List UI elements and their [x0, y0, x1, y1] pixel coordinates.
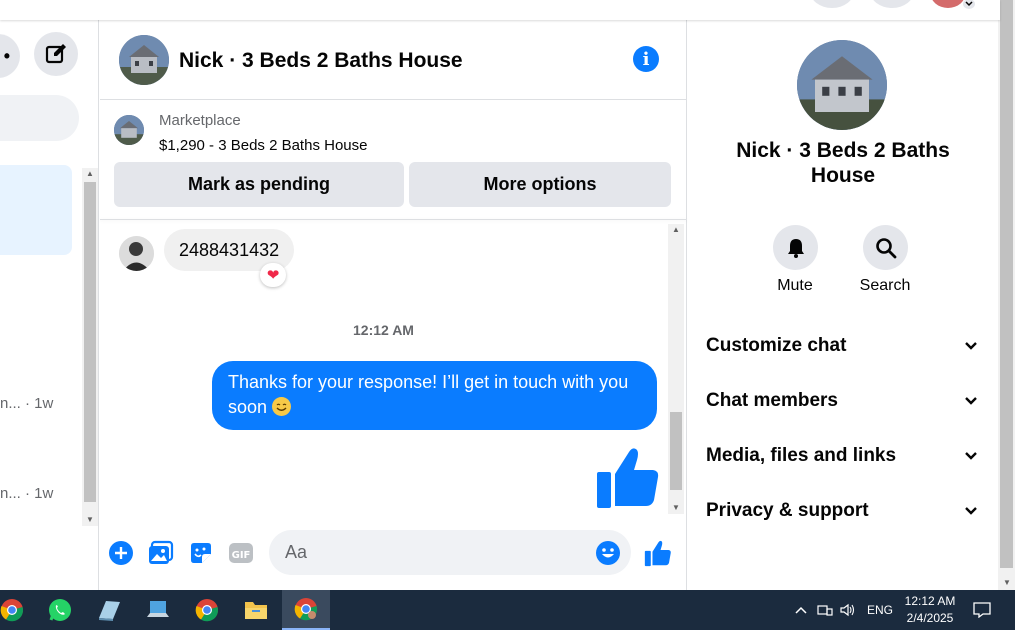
- section-chat-members[interactable]: Chat members: [706, 386, 978, 416]
- file-explorer-taskbar-icon[interactable]: [232, 590, 280, 630]
- speaker-icon[interactable]: [840, 590, 856, 630]
- language-indicator[interactable]: ENG: [867, 590, 893, 630]
- mute-label: Mute: [777, 277, 813, 294]
- marketplace-label: Marketplace: [159, 112, 241, 129]
- gif-icon[interactable]: GIF: [227, 539, 255, 567]
- chevron-down-icon: [965, 507, 977, 515]
- laptop-app-taskbar-icon[interactable]: [134, 590, 182, 630]
- conversation-avatar[interactable]: [119, 35, 169, 85]
- taskbar-clock[interactable]: 12:12 AM 2/4/2025: [903, 593, 957, 627]
- windows-taskbar: ENG 12:12 AM 2/4/2025: [0, 590, 1015, 630]
- top-notifications-button[interactable]: [870, 0, 914, 8]
- clock-date: 2/4/2025: [906, 611, 954, 625]
- plus-circle-icon[interactable]: [107, 539, 135, 567]
- chrome-active-taskbar-icon[interactable]: [282, 590, 330, 630]
- whatsapp-taskbar-icon[interactable]: [36, 590, 84, 630]
- sticker-icon[interactable]: [187, 539, 215, 567]
- listing-thumbnail[interactable]: [114, 115, 144, 145]
- search-icon: [875, 237, 896, 258]
- chat-list-scrollbar-thumb[interactable]: [84, 182, 96, 502]
- heart-reaction-icon[interactable]: ❤: [260, 263, 286, 287]
- chevron-down-icon: [965, 397, 977, 405]
- svg-text:GIF: GIF: [232, 550, 251, 561]
- thumbs-up-sticker-icon[interactable]: [595, 444, 661, 510]
- search-label: Search: [859, 277, 911, 294]
- section-label: Media, files and links: [706, 445, 897, 466]
- conversation-panel: Nick · 3 Beds 2 Baths House i Marketplac…: [100, 20, 687, 590]
- scroll-down-arrow-icon[interactable]: ▼: [1003, 579, 1011, 587]
- new-message-button[interactable]: [34, 32, 78, 76]
- more-options-button[interactable]: •: [0, 34, 20, 78]
- chevron-down-icon[interactable]: [962, 0, 976, 10]
- compose-icon: [45, 44, 66, 64]
- mark-as-pending-button[interactable]: Mark as pending: [114, 162, 404, 207]
- top-navigation-bar: [0, 0, 1000, 20]
- files-app-taskbar-icon[interactable]: [85, 590, 133, 630]
- scroll-down-arrow-icon[interactable]: ▼: [672, 504, 680, 512]
- section-label: Chat members: [706, 390, 838, 411]
- section-label: Customize chat: [706, 335, 847, 356]
- account-avatar[interactable]: [930, 0, 966, 8]
- chevron-down-icon: [965, 342, 977, 350]
- section-customize-chat[interactable]: Customize chat: [706, 331, 978, 361]
- chrome-taskbar-icon[interactable]: [0, 590, 36, 630]
- notification-center-icon[interactable]: [973, 590, 991, 630]
- page-scrollbar-thumb[interactable]: [1000, 0, 1013, 568]
- listing-price-title[interactable]: $1,290 - 3 Beds 2 Baths House: [159, 137, 367, 154]
- details-title: Nick · 3 Beds 2 Baths House: [736, 139, 950, 187]
- conversation-scrollbar-thumb[interactable]: [670, 412, 682, 490]
- chat-details-panel: Nick · 3 Beds 2 Baths House Mute Search …: [688, 20, 998, 590]
- scroll-up-arrow-icon[interactable]: ▲: [672, 226, 680, 234]
- message-input[interactable]: [269, 530, 631, 575]
- section-media-files-links[interactable]: Media, files and links: [706, 441, 978, 471]
- chat-list-item-meta: n... · 1w: [0, 395, 54, 412]
- outgoing-message-bubble[interactable]: Thanks for your response! I’ll get in to…: [212, 361, 657, 430]
- section-privacy-support[interactable]: Privacy & support: [706, 496, 978, 526]
- message-timestamp: 12:12 AM: [353, 322, 414, 338]
- scroll-down-arrow-icon[interactable]: ▼: [86, 516, 94, 524]
- clock-time: 12:12 AM: [904, 594, 956, 608]
- search-messenger-input[interactable]: [0, 95, 79, 141]
- search-button[interactable]: [863, 225, 908, 270]
- scroll-up-arrow-icon[interactable]: ▲: [86, 170, 94, 178]
- chat-list-item-meta: n... · 1w: [0, 485, 54, 502]
- sender-avatar[interactable]: [119, 236, 154, 271]
- network-icon[interactable]: [817, 590, 833, 630]
- chrome-taskbar-icon[interactable]: [183, 590, 231, 630]
- bell-icon: [787, 238, 804, 258]
- thumbs-up-send-icon[interactable]: [644, 539, 672, 567]
- chat-list-panel: • n... · 1w n... · 1w ▲ ▼: [0, 20, 99, 590]
- show-hidden-icons-chevron-up-icon[interactable]: [794, 590, 808, 630]
- chat-list-item-active[interactable]: [0, 165, 72, 255]
- section-label: Privacy & support: [706, 500, 869, 521]
- chevron-down-icon: [965, 452, 977, 460]
- divider: [100, 219, 687, 220]
- details-avatar[interactable]: [797, 40, 887, 130]
- smiling-face-emoji-icon: [272, 397, 292, 416]
- emoji-icon[interactable]: [594, 539, 622, 567]
- more-dots-icon: •: [3, 45, 10, 66]
- info-icon[interactable]: i: [633, 46, 659, 72]
- more-options-button[interactable]: More options: [409, 162, 671, 207]
- conversation-header: Nick · 3 Beds 2 Baths House i: [100, 20, 687, 100]
- top-menu-button[interactable]: [810, 0, 854, 8]
- conversation-title[interactable]: Nick · 3 Beds 2 Baths House: [179, 49, 463, 73]
- mute-button[interactable]: [773, 225, 818, 270]
- image-icon[interactable]: [147, 539, 175, 567]
